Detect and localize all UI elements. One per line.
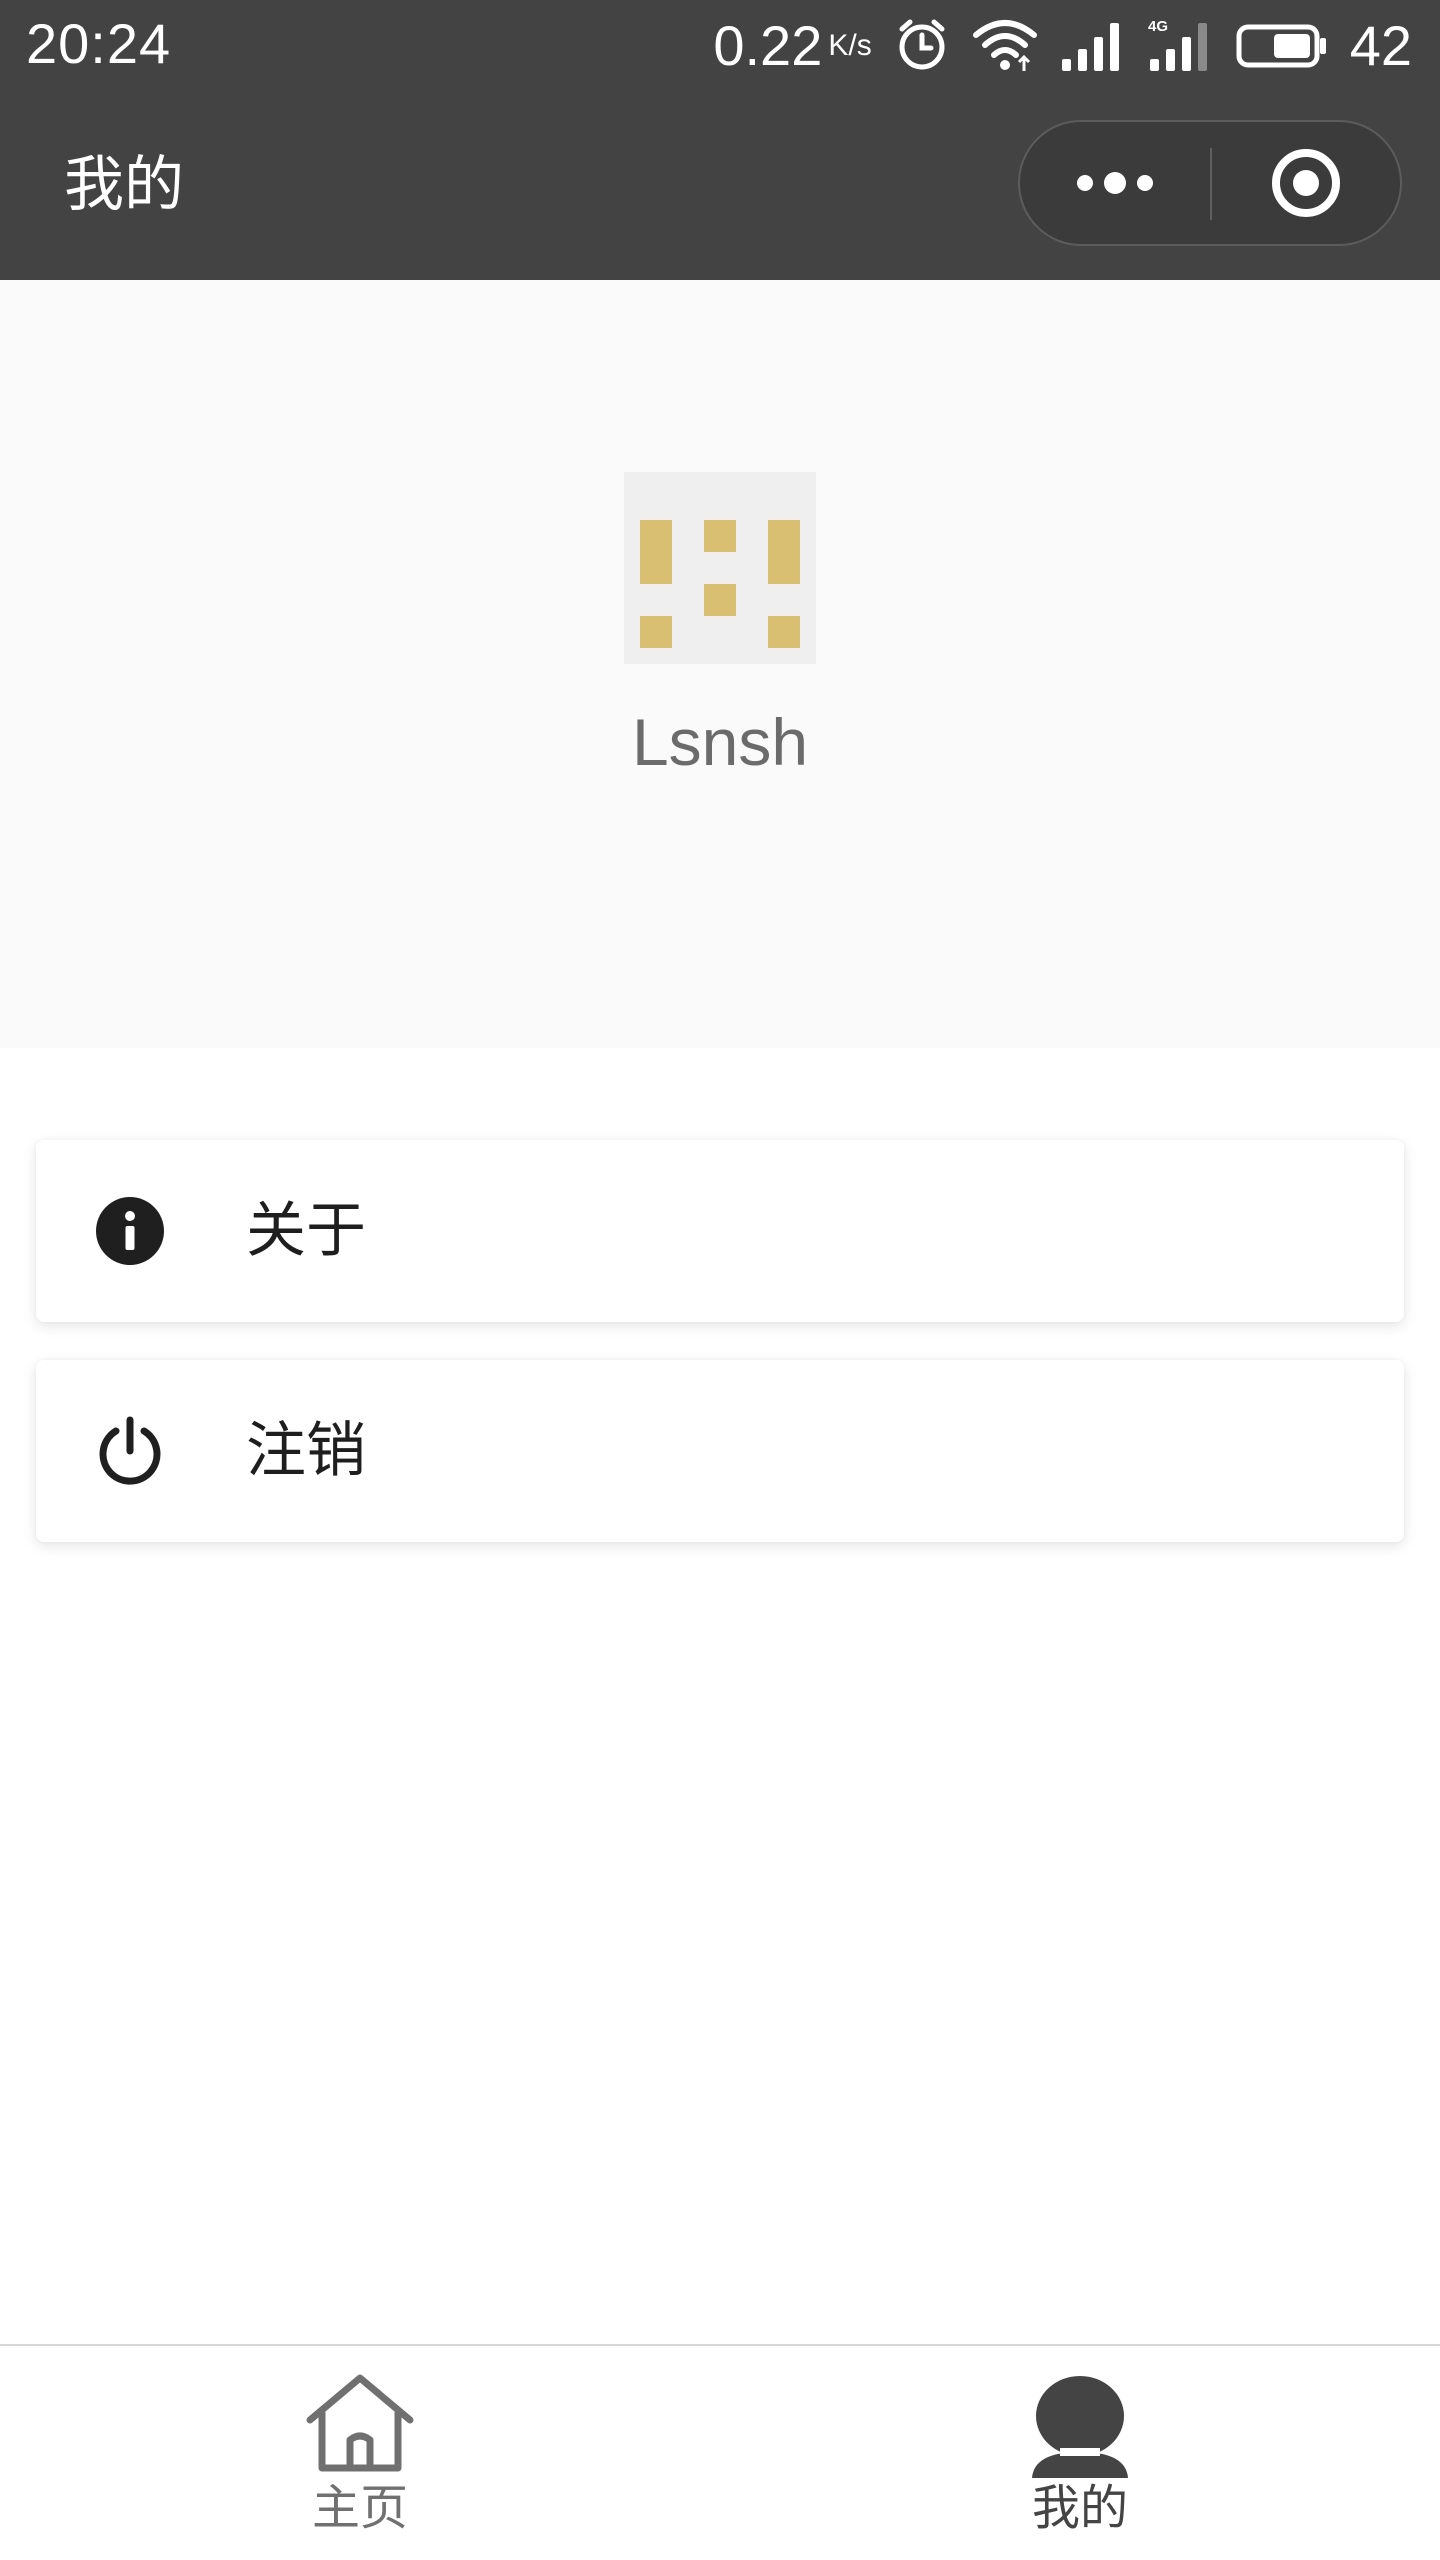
- net-speed-unit: K/s: [828, 28, 872, 62]
- avatar[interactable]: [624, 472, 816, 664]
- power-icon: [99, 1416, 161, 1485]
- more-dots-icon: [1077, 172, 1153, 194]
- status-time: 20:24: [26, 12, 172, 75]
- battery-icon: [1236, 24, 1326, 68]
- avatar-block: [768, 520, 800, 584]
- battery-level: 42: [1349, 13, 1412, 77]
- home-icon: [306, 2374, 414, 2472]
- avatar-block: [704, 584, 736, 616]
- username: Lsnsh: [631, 705, 809, 779]
- net-speed-value: 0.22: [713, 13, 823, 77]
- tab-mine[interactable]: 我的: [720, 2346, 1440, 2560]
- menu-item-label: 关于: [246, 1196, 366, 1266]
- tab-label: 我的: [1031, 2480, 1128, 2536]
- net-speed: 0.22 K/s: [713, 13, 871, 78]
- menu-item-about[interactable]: 关于: [36, 1140, 1404, 1322]
- info-icon: [96, 1197, 164, 1265]
- profile-header: Lsnsh: [0, 280, 1440, 1048]
- wifi-icon: [972, 20, 1037, 71]
- status-right: 0.22 K/s 4G 42: [713, 10, 1412, 80]
- signal-icon: [1061, 23, 1119, 71]
- tab-label: 主页: [311, 2480, 408, 2536]
- alarm-icon: [899, 19, 945, 70]
- page-title: 我的: [64, 150, 184, 220]
- mini-program-capsule: [1018, 120, 1402, 246]
- signal-4g-icon: 4G: [1148, 18, 1207, 71]
- top-bar: 20:24 0.22 K/s 4G 42 我的: [0, 0, 1440, 280]
- avatar-block: [704, 520, 736, 552]
- avatar-block: [768, 616, 800, 648]
- network-type-label: 4G: [1148, 18, 1168, 35]
- close-mini-program-button[interactable]: [1212, 122, 1400, 244]
- tab-home[interactable]: 主页: [0, 2346, 720, 2560]
- menu-item-label: 注销: [246, 1416, 366, 1486]
- avatar-block: [640, 520, 672, 584]
- menu-item-logout[interactable]: 注销: [36, 1360, 1404, 1542]
- user-icon: [1032, 2376, 1128, 2478]
- target-circle-icon: [1272, 149, 1340, 217]
- avatar-block: [640, 616, 672, 648]
- more-button[interactable]: [1020, 122, 1210, 244]
- bottom-tab-bar: 主页 我的: [0, 2344, 1440, 2560]
